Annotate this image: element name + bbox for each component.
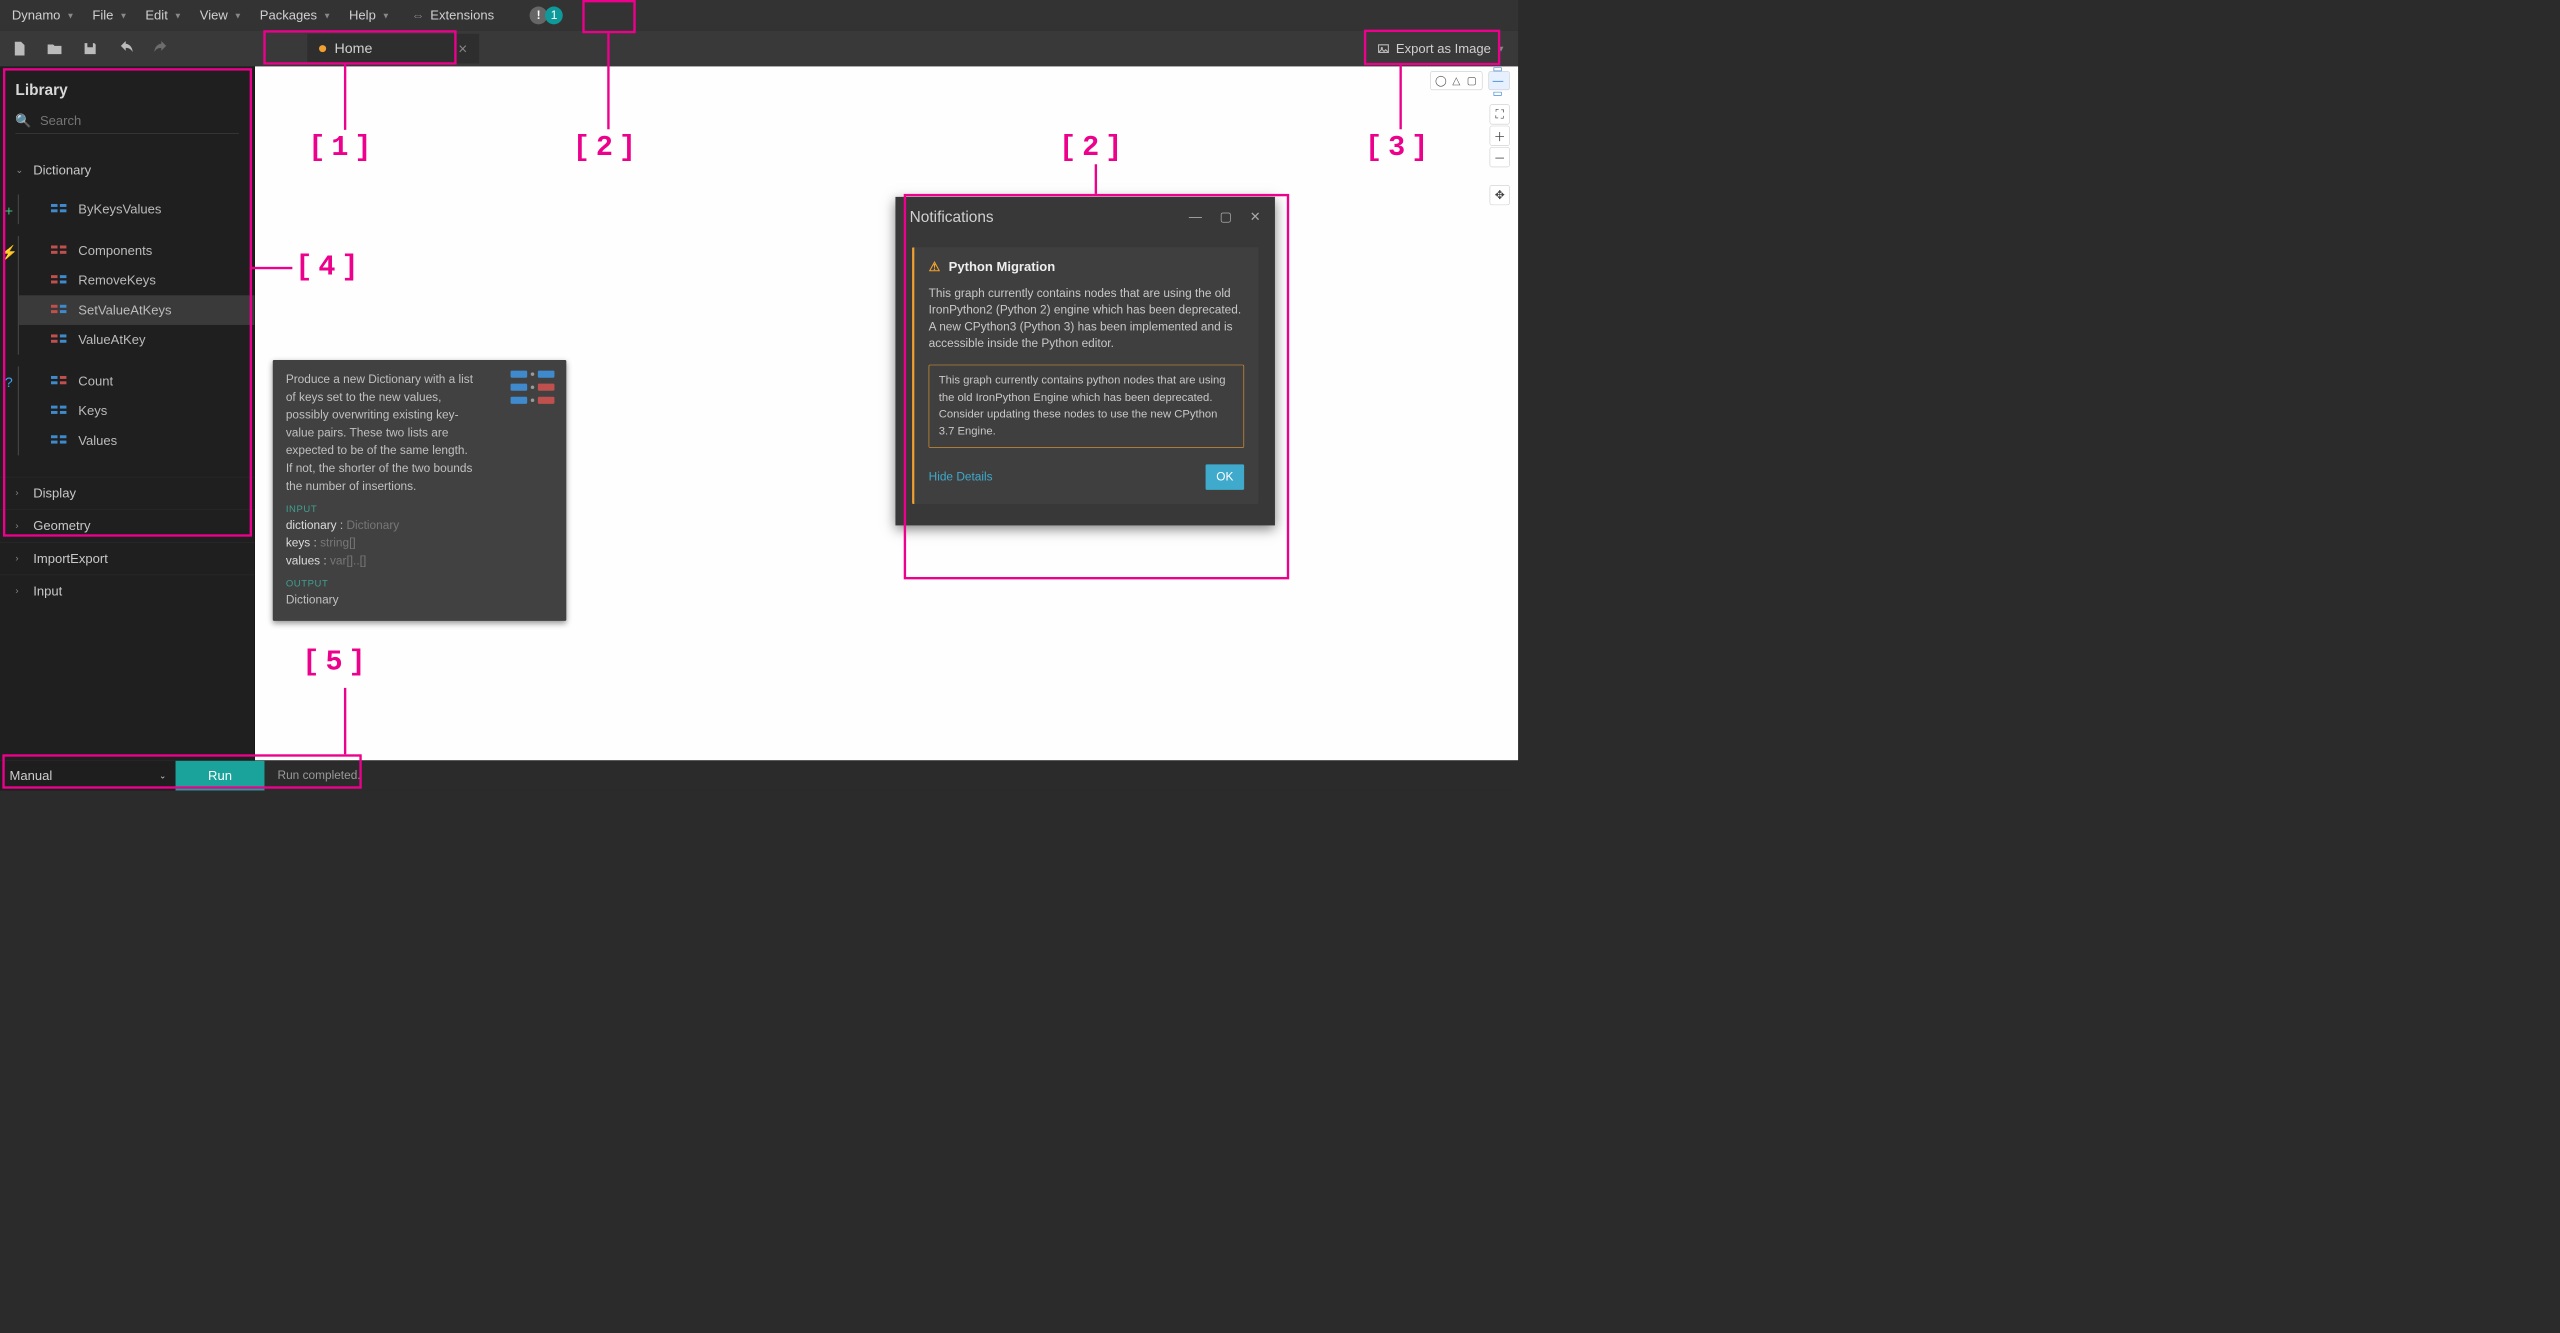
zoom-in-button[interactable]: ＋ xyxy=(1490,126,1510,146)
minimize-button[interactable]: — xyxy=(1189,209,1202,224)
menu-help[interactable]: Help▼ xyxy=(349,8,390,23)
create-group-icon: + xyxy=(5,203,13,219)
zoom-out-button[interactable]: － xyxy=(1490,147,1510,167)
category-importexport[interactable]: ›ImportExport xyxy=(0,542,254,575)
menu-packages[interactable]: Packages▼ xyxy=(260,8,331,23)
action-group-icon: ⚡ xyxy=(0,245,18,261)
node-keys[interactable]: Keys xyxy=(19,396,254,426)
notifications-title: Notifications xyxy=(910,208,994,226)
node-icon xyxy=(51,204,68,215)
query-group-icon: ? xyxy=(5,375,13,391)
run-bar: Manual⌄ Run Run completed. xyxy=(0,761,1518,791)
category-input[interactable]: ›Input xyxy=(0,575,254,608)
library-search-input[interactable] xyxy=(40,113,239,128)
library-title: Library xyxy=(0,66,254,106)
run-status: Run completed. xyxy=(264,769,360,783)
run-button[interactable]: Run xyxy=(176,761,265,791)
output-label: OUTPUT xyxy=(286,577,553,591)
view-mode-graph-toggle[interactable]: ▭—▭ xyxy=(1488,71,1509,90)
category-geometry[interactable]: ›Geometry xyxy=(0,509,254,542)
node-icon xyxy=(51,305,68,316)
node-count[interactable]: Count xyxy=(19,366,254,396)
tooltip-description: Produce a new Dictionary with a list of … xyxy=(286,371,476,496)
notifications-panel: Notifications — ▢ ✕ ⚠ Python Migration Th… xyxy=(895,197,1275,526)
hide-details-link[interactable]: Hide Details xyxy=(929,470,993,484)
save-icon[interactable] xyxy=(82,40,99,57)
input-label: INPUT xyxy=(286,502,553,516)
notification-badge[interactable]: ! 1 xyxy=(530,7,563,25)
node-tooltip: Produce a new Dictionary with a list of … xyxy=(273,360,567,621)
close-tab-button[interactable]: × xyxy=(458,39,467,57)
shapes-icon: ▢ xyxy=(1465,74,1478,87)
maximize-button[interactable]: ▢ xyxy=(1220,209,1232,224)
menu-edit[interactable]: Edit▼ xyxy=(145,8,182,23)
undo-icon[interactable] xyxy=(117,40,134,57)
notification-text: This graph currently contains nodes that… xyxy=(929,285,1244,351)
notification-count: 1 xyxy=(545,7,563,25)
shapes-icon: ◯ xyxy=(1434,74,1447,87)
image-icon xyxy=(1377,42,1390,55)
node-bykeysvalues[interactable]: ByKeysValues xyxy=(19,195,254,225)
notification-card-title: Python Migration xyxy=(949,259,1056,274)
node-icon xyxy=(51,334,68,345)
library-panel: Library 🔍 ⌄Dictionary + ByKeysValues ⚡ xyxy=(0,66,255,760)
run-mode-dropdown[interactable]: Manual⌄ xyxy=(0,761,176,791)
toolbar: Home × Export as Image ▼ xyxy=(0,31,1518,67)
node-setvalueatkeys[interactable]: SetValueAtKeys xyxy=(19,295,254,325)
graph-canvas[interactable]: ◯ △ ▢ ▭—▭ ⛶ ＋ － ✥ Produce a new Dictiona… xyxy=(255,66,1518,760)
open-folder-icon[interactable] xyxy=(46,40,63,57)
menu-view[interactable]: View▼ xyxy=(200,8,242,23)
search-icon: 🔍 xyxy=(15,113,31,128)
close-button[interactable]: ✕ xyxy=(1250,209,1261,224)
tab-home[interactable]: Home × xyxy=(307,34,479,64)
node-valueatkey[interactable]: ValueAtKey xyxy=(19,325,254,355)
node-values[interactable]: Values xyxy=(19,426,254,456)
tab-bar: Home × xyxy=(307,31,479,67)
ok-button[interactable]: OK xyxy=(1206,464,1244,489)
node-icon xyxy=(51,275,68,286)
tab-title: Home xyxy=(334,40,372,57)
node-icon xyxy=(51,376,68,387)
node-components[interactable]: Components xyxy=(19,236,254,266)
export-as-image-button[interactable]: Export as Image ▼ xyxy=(1377,41,1505,56)
view-mode-3d-toggle[interactable]: ◯ △ ▢ xyxy=(1430,71,1482,90)
warning-icon: ⚠ xyxy=(929,259,941,274)
menu-bar: Dynamo▼ File▼ Edit▼ View▼ Packages▼ Help… xyxy=(0,0,1518,31)
node-icon xyxy=(51,246,68,257)
unsaved-indicator-icon xyxy=(319,45,326,52)
pan-button[interactable]: ✥ xyxy=(1490,185,1510,205)
node-icon xyxy=(51,435,68,446)
extensions-toggle[interactable]: ⇔ Extensions xyxy=(411,8,494,23)
new-file-icon[interactable] xyxy=(11,40,28,57)
category-dictionary[interactable]: ⌄Dictionary xyxy=(0,154,254,186)
redo-icon[interactable] xyxy=(153,40,170,57)
graph-icon: ▭—▭ xyxy=(1493,74,1506,87)
category-display[interactable]: ›Display xyxy=(0,477,254,510)
output-type: Dictionary xyxy=(286,591,553,609)
node-removekeys[interactable]: RemoveKeys xyxy=(19,266,254,296)
menu-file[interactable]: File▼ xyxy=(92,8,127,23)
shapes-icon: △ xyxy=(1450,74,1463,87)
node-icon xyxy=(51,406,68,417)
menu-dynamo[interactable]: Dynamo▼ xyxy=(12,8,75,23)
notification-detail: This graph currently contains python nod… xyxy=(929,365,1244,448)
zoom-extents-button[interactable]: ⛶ xyxy=(1490,104,1510,124)
